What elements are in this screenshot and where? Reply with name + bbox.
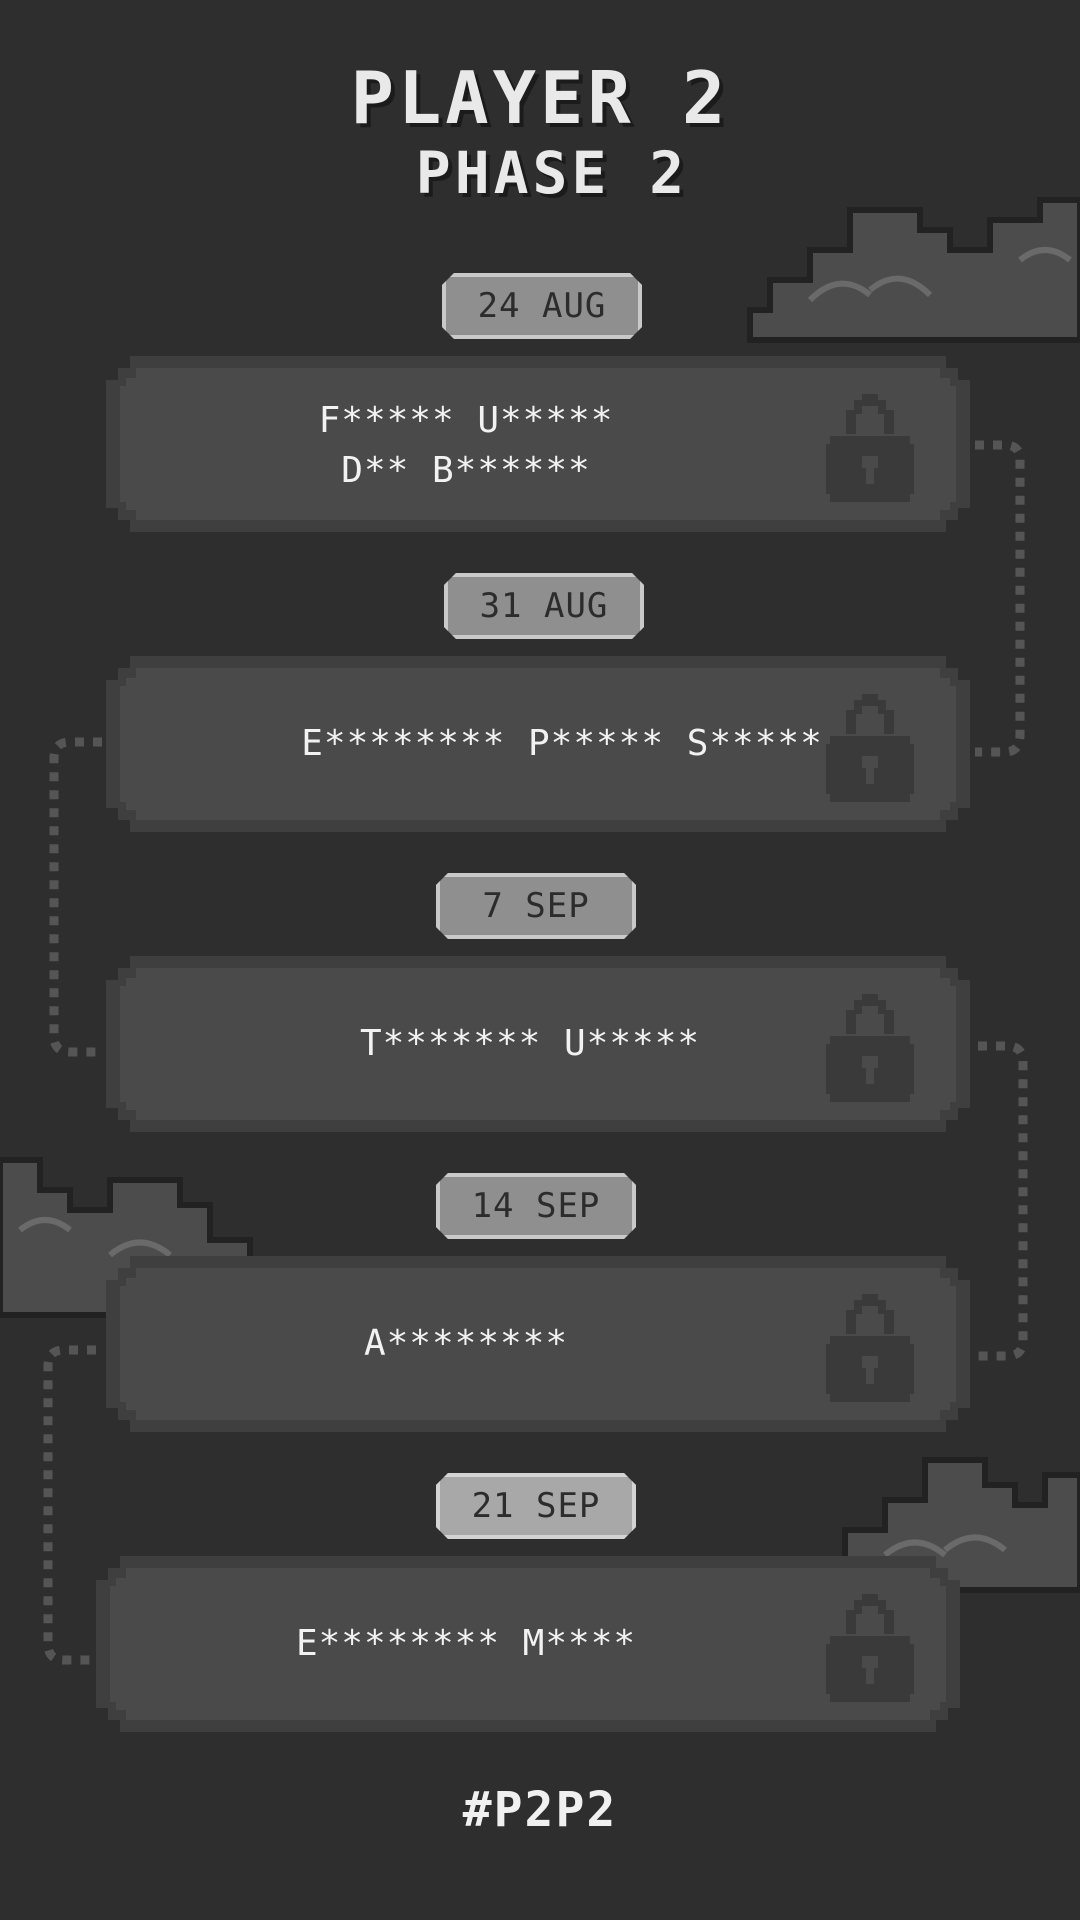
lock-icon — [826, 386, 914, 502]
phase-title-line: F***** U***** — [318, 400, 614, 441]
date-badge: 31 AUG — [444, 573, 644, 639]
phase-card[interactable]: T******* U***** — [106, 956, 970, 1132]
lock-icon — [826, 986, 914, 1102]
date-badge: 7 SEP — [436, 873, 636, 939]
page-subtitle: PHASE 2 — [415, 139, 689, 207]
lock-icon — [826, 686, 914, 802]
lock-icon — [826, 1586, 914, 1702]
date-badge: 21 SEP — [436, 1473, 636, 1539]
phase-roadmap-screen: PLAYER 2 PHASE 2 24 AUG F***** U***** D*… — [0, 0, 1080, 1920]
phase-title-line: A******** — [363, 1323, 569, 1364]
lock-icon — [826, 1286, 914, 1402]
phase-card[interactable]: E******** P***** S***** — [106, 656, 970, 832]
phase-card[interactable]: A******** — [106, 1256, 970, 1432]
date-badge: 24 AUG — [442, 273, 642, 339]
hashtag-label: #P2P2 — [462, 1782, 618, 1838]
phase-card[interactable]: F***** U***** D** B****** — [106, 356, 970, 532]
phase-title-line: T******* U***** — [359, 1023, 701, 1064]
phase-title-line: E******** M**** — [295, 1623, 637, 1664]
page-title: PLAYER 2 — [350, 56, 730, 140]
phase-card[interactable]: E******** M**** — [96, 1556, 960, 1732]
phase-title-line: E******** P***** S***** — [301, 723, 823, 764]
date-badge: 14 SEP — [436, 1173, 636, 1239]
phase-title-line: D** B****** — [341, 450, 591, 491]
